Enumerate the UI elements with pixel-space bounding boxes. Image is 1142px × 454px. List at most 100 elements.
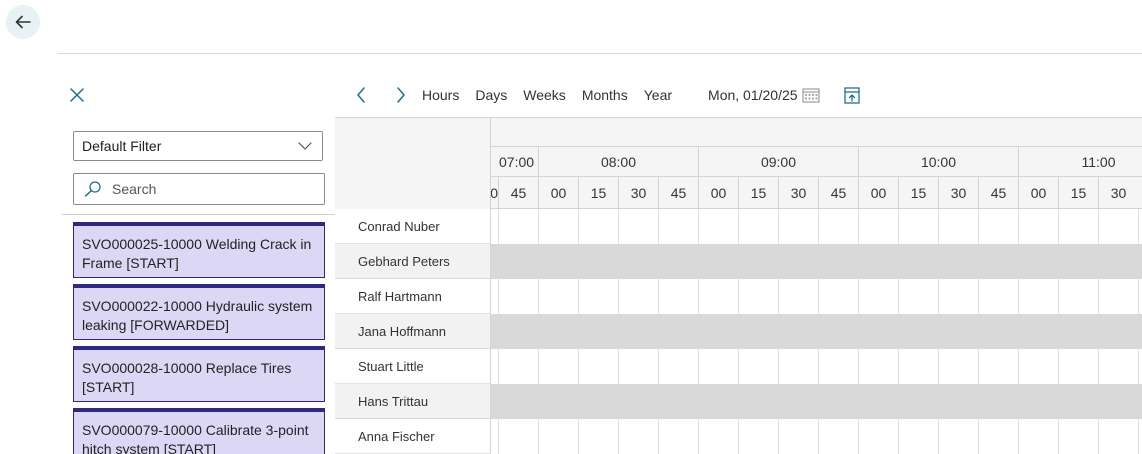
- slot-gridline: [698, 314, 699, 349]
- service-order-list: SVO000025-10000 Welding Crack in Frame […: [73, 222, 325, 454]
- hour-label: 10:00: [858, 147, 1018, 176]
- resource-row: Conrad Nuber: [335, 209, 1142, 244]
- slot-gridline: [658, 419, 659, 454]
- search-input[interactable]: [110, 180, 314, 198]
- slot-gridline: [498, 419, 499, 454]
- service-order-card[interactable]: SVO000022-10000 Hydraulic system leaking…: [73, 284, 325, 340]
- chevron-down-icon: [298, 142, 312, 150]
- minute-label: 45: [978, 177, 1018, 208]
- service-order-card[interactable]: SVO000025-10000 Welding Crack in Frame […: [73, 222, 325, 278]
- slot-gridline: [938, 279, 939, 314]
- header-divider: [58, 53, 1142, 54]
- slot-gridline: [1138, 209, 1139, 244]
- minute-label: 00: [858, 177, 898, 208]
- view-weeks-button[interactable]: Weeks: [523, 87, 566, 103]
- slot-gridline: [898, 244, 899, 279]
- slot-gridline: [538, 279, 539, 314]
- slot-gridline: [498, 384, 499, 419]
- minute-label: 15: [738, 177, 778, 208]
- view-days-button[interactable]: Days: [475, 87, 507, 103]
- resource-timeline[interactable]: [491, 419, 1142, 454]
- hour-label: 11:00: [1018, 147, 1142, 176]
- slot-gridline: [738, 419, 739, 454]
- slot-gridline: [1018, 314, 1019, 349]
- slot-gridline: [1098, 244, 1099, 279]
- minute-label: 30: [491, 184, 498, 201]
- go-to-today-button[interactable]: [843, 86, 860, 104]
- slot-gridline: [858, 419, 859, 454]
- date-field[interactable]: Mon, 01/20/25: [708, 87, 798, 103]
- slot-gridline: [578, 209, 579, 244]
- resource-timeline[interactable]: [491, 209, 1142, 244]
- slot-gridline: [1058, 349, 1059, 384]
- slot-gridline: [578, 314, 579, 349]
- resource-name[interactable]: Stuart Little: [335, 349, 491, 384]
- slot-gridline: [738, 314, 739, 349]
- resource-timeline[interactable]: [491, 244, 1142, 279]
- slot-gridline: [1018, 419, 1019, 454]
- resource-name[interactable]: Gebhard Peters: [335, 244, 491, 279]
- slot-gridline: [858, 244, 859, 279]
- minute-label: 30: [938, 177, 978, 208]
- slot-gridline: [578, 419, 579, 454]
- slot-gridline: [658, 279, 659, 314]
- close-panel-button[interactable]: [68, 86, 86, 104]
- slot-gridline: [978, 279, 979, 314]
- slot-gridline: [818, 384, 819, 419]
- slot-gridline: [978, 209, 979, 244]
- slot-gridline: [978, 349, 979, 384]
- slot-gridline: [658, 349, 659, 384]
- calendar-icon: [802, 88, 820, 103]
- resource-timeline[interactable]: [491, 349, 1142, 384]
- slot-gridline: [1058, 314, 1059, 349]
- resource-timeline[interactable]: [491, 314, 1142, 349]
- slot-gridline: [898, 279, 899, 314]
- resource-timeline[interactable]: [491, 384, 1142, 419]
- slot-gridline: [738, 209, 739, 244]
- slot-gridline: [778, 244, 779, 279]
- resource-name[interactable]: Jana Hoffmann: [335, 314, 491, 349]
- slot-gridline: [978, 314, 979, 349]
- minute-label: 15: [1058, 177, 1098, 208]
- slot-gridline: [698, 349, 699, 384]
- date-picker-button[interactable]: [802, 87, 820, 103]
- slot-gridline: [1018, 209, 1019, 244]
- resource-row: Ralf Hartmann: [335, 279, 1142, 314]
- resource-name[interactable]: Hans Trittau: [335, 384, 491, 419]
- view-months-button[interactable]: Months: [582, 87, 628, 103]
- timeline-top-band: [491, 117, 1142, 147]
- chevron-right-icon: [397, 87, 405, 103]
- next-period-button[interactable]: [390, 82, 412, 108]
- slot-gridline: [618, 384, 619, 419]
- arrow-left-icon: [15, 15, 31, 29]
- slot-gridline: [818, 209, 819, 244]
- timeline-minute-row: 30 45 00 15 30 45 00 15 30 45 00 15 30 4…: [491, 177, 1142, 209]
- hour-label: 07:00: [499, 153, 535, 170]
- timeline-hour-row: 07:00 08:00 09:00 10:00 11:00: [491, 147, 1142, 177]
- slot-gridline: [1098, 209, 1099, 244]
- previous-period-button[interactable]: [350, 82, 372, 108]
- slot-gridline: [1018, 384, 1019, 419]
- back-button[interactable]: [6, 5, 40, 39]
- resource-timeline[interactable]: [491, 279, 1142, 314]
- slot-gridline: [618, 279, 619, 314]
- slot-gridline: [1098, 279, 1099, 314]
- slot-gridline: [898, 384, 899, 419]
- slot-gridline: [858, 349, 859, 384]
- slot-gridline: [818, 419, 819, 454]
- view-hours-button[interactable]: Hours: [422, 87, 459, 103]
- service-order-card[interactable]: SVO000028-10000 Replace Tires [START]: [73, 346, 325, 402]
- slot-gridline: [778, 419, 779, 454]
- slot-gridline: [738, 349, 739, 384]
- slot-gridline: [858, 314, 859, 349]
- service-order-card[interactable]: SVO000079-10000 Calibrate 3-point hitch …: [73, 408, 325, 454]
- resource-name[interactable]: Ralf Hartmann: [335, 279, 491, 314]
- view-year-button[interactable]: Year: [644, 87, 672, 103]
- slot-gridline: [658, 314, 659, 349]
- slot-gridline: [658, 384, 659, 419]
- resource-name[interactable]: Anna Fischer: [335, 419, 491, 454]
- resource-name[interactable]: Conrad Nuber: [335, 209, 491, 244]
- filter-dropdown[interactable]: Default Filter: [73, 131, 323, 161]
- slot-gridline: [1018, 244, 1019, 279]
- slot-gridline: [778, 209, 779, 244]
